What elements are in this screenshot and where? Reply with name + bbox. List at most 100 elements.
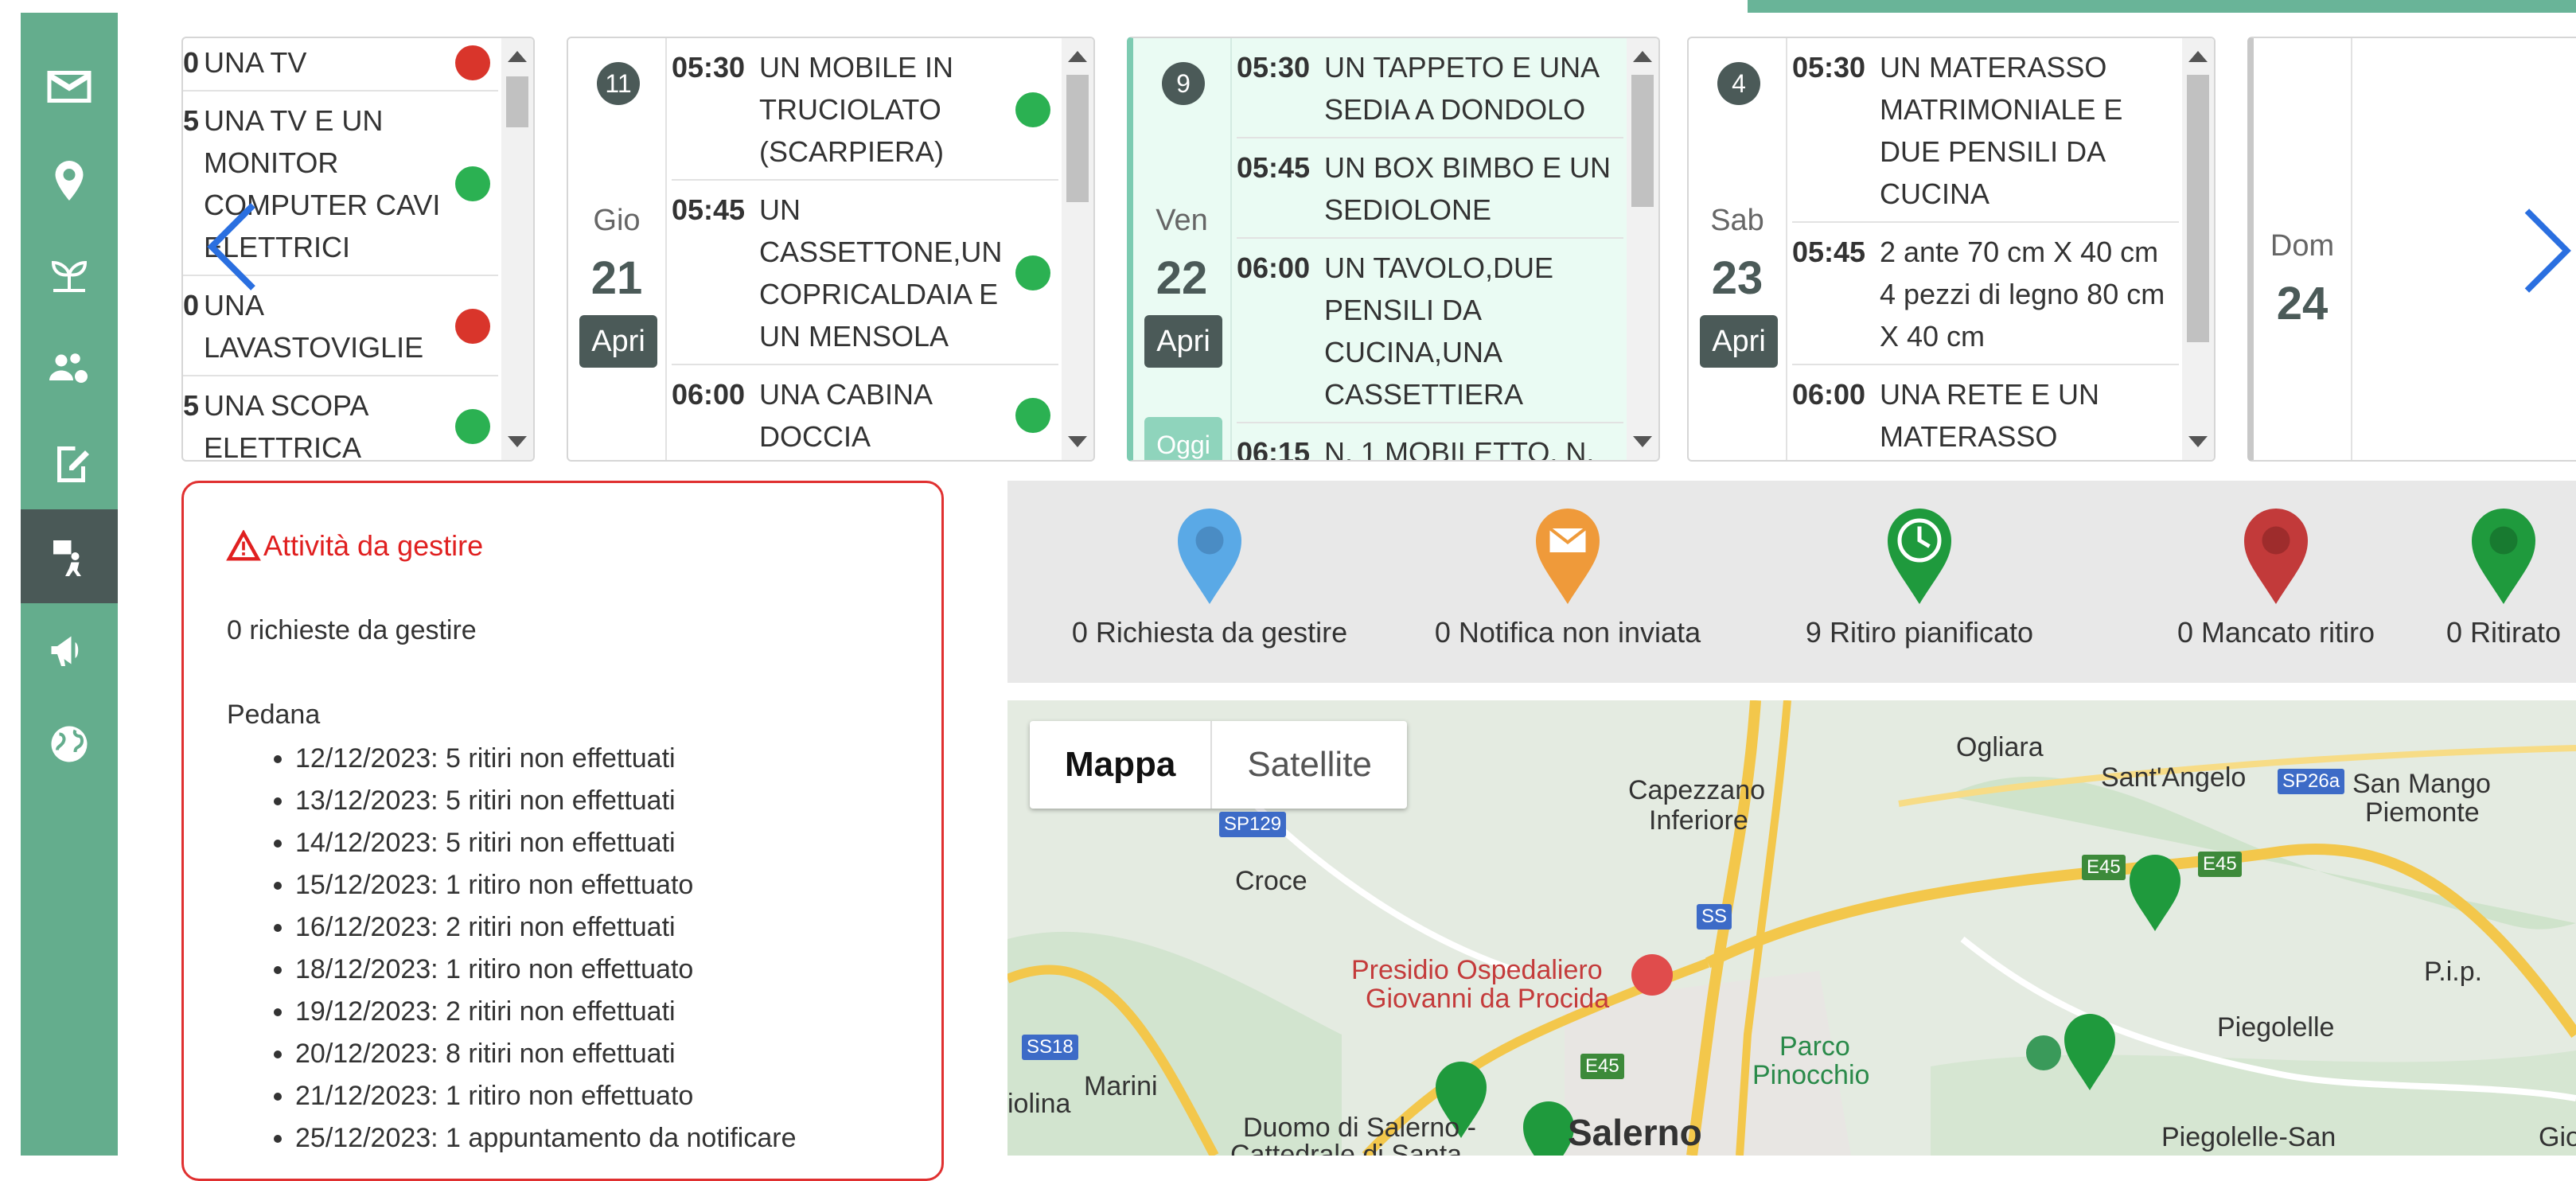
section-heading: Pedana [227, 700, 321, 730]
list-item: 16/12/2023: 2 ritiri non effettuati [295, 906, 796, 949]
entry-time: 5 [183, 389, 200, 422]
sidebar-item-map[interactable] [21, 134, 118, 228]
legend-item-request[interactable]: 0 Richiesta da gestire [1050, 505, 1369, 649]
entry-description: UNA RETE E UN MATERASSO [1880, 378, 2100, 453]
appointment-entry[interactable]: 05:30 UN TAPPETO E UNA SEDIA A DONDOLO [1237, 38, 1623, 138]
map-label: Croce [1235, 866, 1307, 896]
entry-description: UN CASSETTONE,UN COPRICALDAIA E UN MENSO… [759, 193, 1003, 353]
map-label: Giovanni da Procida [1366, 984, 1610, 1014]
entry-time: 05:45 [1237, 151, 1311, 184]
legend-item-notification[interactable]: 0 Notifica non inviata [1409, 505, 1727, 649]
day-card-gio-21[interactable]: 11 Gio 21 Apri 05:30 UN MOBILE IN TRUCIO… [567, 37, 1095, 462]
map-label: Marini [1084, 1071, 1158, 1101]
legend-label: 0 Notifica non inviata [1434, 616, 1701, 649]
legend-item-missed[interactable]: 0 Mancato ritiro [2117, 505, 2435, 649]
entry-description: UNA TV [204, 46, 307, 79]
appointment-entry[interactable]: 05:30 UN MATERASSO MATRIMONIALE E DUE PE… [1792, 38, 2179, 223]
map-label: Parco [1779, 1031, 1850, 1062]
map-label: Capezzano [1628, 775, 1766, 805]
list-item: 14/12/2023: 5 ritiri non effettuati [295, 822, 796, 864]
entry-description: UN TAPPETO E UNA SEDIA A DONDOLO [1324, 51, 1599, 126]
legend-item-collected[interactable]: 0 Ritirato [2432, 505, 2575, 649]
road-badge: SS [1697, 904, 1732, 930]
map-view[interactable]: Mappa Satellite Ogliara Capezzano Inferi… [1007, 700, 2576, 1156]
appointment-entry[interactable]: 06:00 UNA RETE E UN MATERASSO [1792, 365, 2179, 460]
activity-title-text: Attività da gestire [263, 529, 484, 562]
appointment-entry[interactable]: 05:45 UN CASSETTONE,UN COPRICALDAIA E UN… [672, 181, 1058, 365]
map-label: Cattedrale di Santa [1230, 1140, 1463, 1156]
scrollbar[interactable] [501, 38, 533, 460]
appointment-count-badge: 4 [1717, 62, 1760, 105]
sidebar-item-mail[interactable] [21, 40, 118, 134]
list-item: 13/12/2023: 5 ritiri non effettuati [295, 780, 796, 822]
weekday-label: Ven [1155, 204, 1208, 237]
map-label: P.i.p. [2424, 957, 2483, 987]
day-number: 23 [1711, 252, 1763, 304]
scrollbar[interactable] [1627, 38, 1658, 460]
month-badge: Apri [1700, 315, 1778, 368]
entry-description: UN BOX BIMBO E UN SEDIOLONE [1324, 151, 1611, 226]
day-number: 24 [2276, 278, 2329, 329]
pin-red-icon [2244, 509, 2308, 604]
day-number: 22 [1155, 252, 1208, 304]
legend-label: 0 Richiesta da gestire [1071, 616, 1348, 649]
chevron-left-icon[interactable] [199, 199, 263, 294]
entry-time: 05:30 [1792, 51, 1866, 84]
weekday-label: Gio [593, 204, 641, 237]
entry-time: 0 [183, 46, 200, 79]
road-badge: SP129 [1219, 812, 1287, 837]
appointment-count-badge: 11 [597, 62, 640, 105]
list-item: 18/12/2023: 1 ritiro non effettuato [295, 949, 796, 991]
pin-green-icon [2472, 509, 2535, 604]
check-status-icon [1015, 255, 1050, 290]
scrollbar[interactable] [2182, 38, 2214, 460]
activity-panel: Attività da gestire 0 richieste da gesti… [181, 481, 944, 1181]
mail-icon [47, 71, 92, 103]
sidebar-item-delivery[interactable] [21, 509, 118, 603]
legend-item-scheduled[interactable]: 9 Ritiro pianificato [1760, 505, 2079, 649]
appointment-entry[interactable]: 05:30 UN MOBILE IN TRUCIOLATO (SCARPIERA… [672, 38, 1058, 181]
appointment-entry[interactable]: 06:00 UN TAVOLO,DUE PENSILI DA CUCINA,UN… [1237, 239, 1623, 423]
map-label: Piemonte [2365, 797, 2480, 828]
map-marker [1523, 1101, 1574, 1156]
entry-description: UN MATERASSO MATRIMONIALE E DUE PENSILI … [1880, 51, 2123, 210]
entry-description: N. 1 MOBILETTO, N. [1324, 436, 1595, 462]
sidebar-item-announcements[interactable] [21, 603, 118, 697]
sidebar-item-clipboard[interactable] [21, 415, 118, 509]
entry-time: 0 [183, 289, 200, 322]
map-label: Sant'Angelo [2101, 762, 2247, 793]
map-label: Inferiore [1649, 805, 1748, 836]
appointment-entry[interactable]: 05:45 UN BOX BIMBO E UN SEDIOLONE [1237, 138, 1623, 239]
entry-description: UNA SCOPA ELETTRICA [204, 389, 368, 462]
appointment-entry[interactable]: 06:00 UNA CABINA DOCCIA [672, 365, 1058, 460]
appointment-entry[interactable]: 5 UNA SCOPA ELETTRICA [183, 376, 498, 462]
road-badge: E45 [2082, 855, 2126, 880]
sidebar-item-plant[interactable] [21, 228, 118, 322]
weekday-label: Dom [2270, 229, 2335, 263]
tab-mappa[interactable]: Mappa [1030, 721, 1213, 809]
map-label: Presidio Ospedaliero [1351, 955, 1603, 985]
day-card-sab-23[interactable]: 4 Sab 23 Apri 05:30 UN MATERASSO MATRIMO… [1687, 37, 2216, 462]
sidebar-item-users[interactable] [21, 322, 118, 415]
pin-blue-icon [1178, 509, 1241, 604]
appointment-entry[interactable]: 05:45 2 ante 70 cm X 40 cm 4 pezzi di le… [1792, 223, 2179, 365]
map-label: Giov [2539, 1122, 2576, 1152]
map-label: San Mango [2352, 769, 2491, 799]
scrollbar[interactable] [1062, 38, 1093, 460]
day-card-ven-22[interactable]: 9 Ven 22 Apri Oggi 05:30 UN TAPPETO E UN… [1127, 37, 1660, 462]
megaphone-icon [51, 636, 79, 666]
map-type-toggle: Mappa Satellite [1030, 721, 1407, 809]
map-label: Piegolelle [2217, 1012, 2335, 1043]
tab-satellite[interactable]: Satellite [1212, 721, 1407, 809]
appointment-entry[interactable]: 06:15 N. 1 MOBILETTO, N. [1237, 423, 1623, 462]
road-badge: SS18 [1022, 1035, 1078, 1060]
map-label: Pinocchio [1752, 1060, 1870, 1090]
list-item: 21/12/2023: 1 ritiro non effettuato [295, 1075, 796, 1117]
sidebar-item-globe[interactable] [21, 697, 118, 791]
chevron-right-icon[interactable] [2515, 199, 2576, 302]
appointment-entry[interactable]: 0 UNA TV [183, 38, 498, 92]
entry-time: 06:00 [672, 378, 746, 411]
map-label: iolina [1007, 1089, 1071, 1119]
today-badge: Oggi [1144, 417, 1222, 460]
check-status-icon [1015, 92, 1050, 127]
